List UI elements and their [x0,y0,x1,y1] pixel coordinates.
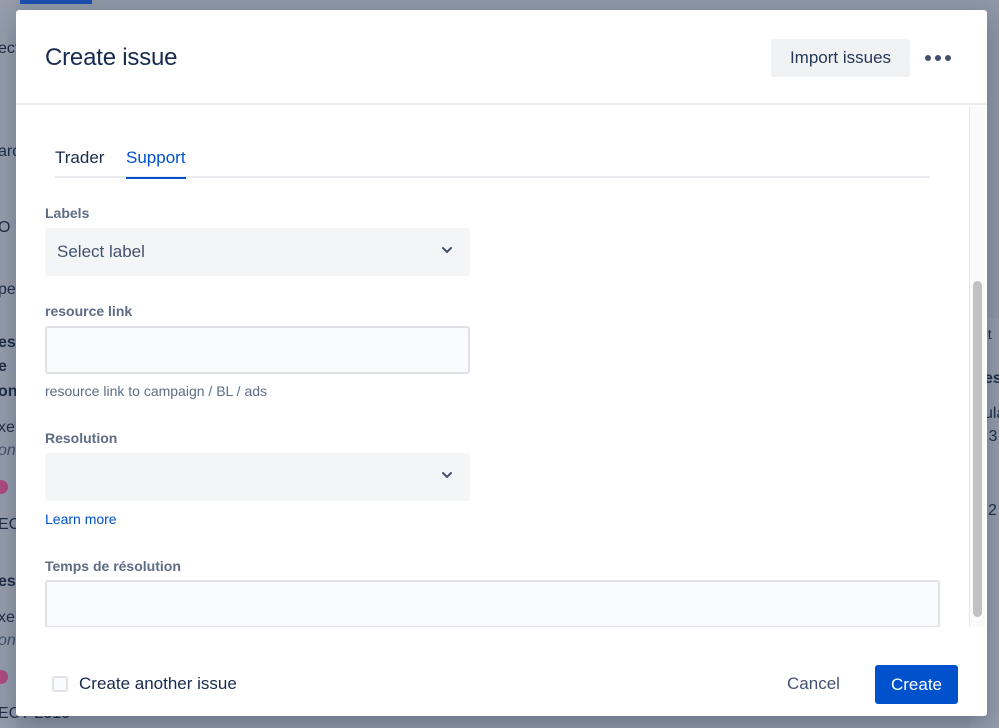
labels-select-placeholder: Select label [57,242,145,261]
modal-title: Create issue [45,44,178,71]
resource-link-input[interactable] [45,326,470,374]
more-horizontal-icon [925,55,931,61]
scrollbar-thumb[interactable] [973,281,982,617]
tab-trader[interactable]: Trader [55,148,104,177]
background-text: on [0,383,18,400]
more-horizontal-icon [945,55,951,61]
import-issues-button[interactable]: Import issues [771,39,910,77]
learn-more-link[interactable]: Learn more [45,511,117,527]
modal-header: Create issue Import issues [16,10,987,105]
background-text: on [0,442,16,459]
more-horizontal-icon [935,55,941,61]
create-button[interactable]: Create [875,665,958,704]
modal-body[interactable]: Trader Support Labels Select label resou… [16,107,987,627]
background-text: on [0,632,16,649]
more-options-button[interactable] [921,44,955,72]
resource-link-label: resource link [45,303,133,319]
background-text: 2 [988,502,997,519]
background-text: e [0,358,7,375]
labels-field-label: Labels [45,205,90,221]
modal-footer: Create another issue Cancel Create [16,627,987,716]
create-issue-modal: Create issue Import issues Trader Suppor… [16,10,987,716]
background-text: pe [0,281,16,298]
create-another-checkbox[interactable] [52,676,68,692]
tab-support[interactable]: Support [126,148,186,179]
temps-de-resolution-label: Temps de résolution [45,558,181,574]
labels-select[interactable]: Select label [45,228,470,276]
cancel-button[interactable]: Cancel [771,665,856,703]
tab-list: Trader Support [55,136,930,179]
resolution-select[interactable] [45,453,470,501]
chevron-down-icon [442,472,452,478]
chevron-down-icon [442,247,452,253]
background-tab-indicator [20,0,92,4]
resolution-label: Resolution [45,430,118,446]
resource-link-help-text: resource link to campaign / BL / ads [45,383,268,399]
create-another-label[interactable]: Create another issue [79,674,237,694]
temps-de-resolution-input[interactable] [45,580,940,627]
